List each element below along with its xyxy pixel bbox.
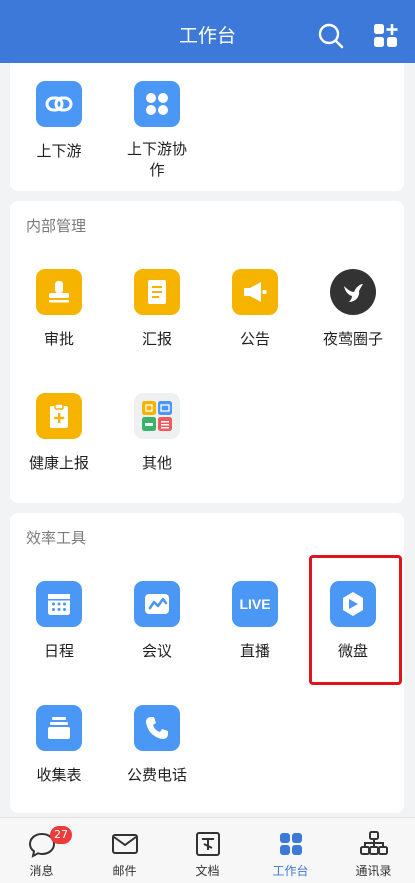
app-label: 上下游 [36, 142, 82, 160]
stamp-icon [36, 269, 82, 315]
app-upstream-collab[interactable]: 上下游协 作 [108, 81, 206, 181]
tab-label: 通讯录 [355, 864, 392, 878]
app-report[interactable]: 汇报 [108, 269, 206, 350]
nightingale-icon [330, 269, 376, 315]
add-app-icon[interactable] [372, 22, 400, 50]
app-approval[interactable]: 审批 [10, 269, 108, 350]
app-label: 其他 [141, 454, 172, 472]
app-label: 夜莺圈子 [322, 330, 383, 348]
search-icon[interactable] [317, 22, 345, 50]
apps-grid-icon [134, 81, 180, 127]
tab-label: 邮件 [112, 864, 137, 878]
app-label: 上下游协 作 [126, 140, 187, 179]
app-label: 健康上报 [28, 454, 89, 472]
app-upstream[interactable]: 上下游 [10, 81, 108, 162]
app-label: 公费电话 [126, 766, 187, 784]
unread-badge: 27 [50, 826, 72, 844]
mail-icon [112, 834, 138, 854]
app-label: 收集表 [36, 766, 82, 784]
live-icon: LIVE [232, 581, 278, 627]
app-label: 直播 [239, 642, 270, 660]
app-label: 公告 [239, 330, 270, 348]
report-doc-icon [134, 269, 180, 315]
calendar-icon [36, 581, 82, 627]
tab-messages[interactable]: 27 消息 [0, 818, 83, 883]
app-label: 审批 [43, 330, 74, 348]
tab-label: 文档 [195, 864, 220, 878]
link-icon [36, 81, 82, 127]
tab-label: 工作台 [272, 864, 309, 878]
internal-management-card: 内部管理 审批 汇报 公告 夜莺圈子 健康上报 其他 [10, 201, 404, 503]
tab-contacts[interactable]: 通讯录 [332, 818, 415, 883]
app-announcement[interactable]: 公告 [206, 269, 304, 350]
app-other[interactable]: 其他 [108, 393, 206, 474]
app-label: 日程 [43, 642, 74, 660]
other-apps-icon [134, 393, 180, 439]
bottom-tab-bar: 27 消息 邮件 文档 工作台 通讯录 [0, 817, 415, 883]
app-collection-form[interactable]: 收集表 [10, 705, 108, 786]
app-paid-phone[interactable]: 公费电话 [108, 705, 206, 786]
form-stack-icon [36, 705, 82, 751]
workbench-grid-icon [280, 833, 302, 855]
app-health-report[interactable]: 健康上报 [10, 393, 108, 474]
section-title: 效率工具 [26, 529, 87, 547]
app-label: 汇报 [141, 330, 172, 348]
document-icon [196, 832, 220, 856]
app-nightingale-circle[interactable]: 夜莺圈子 [304, 269, 402, 350]
section-title: 内部管理 [26, 217, 87, 235]
tab-workbench[interactable]: 工作台 [249, 818, 332, 883]
tab-label: 消息 [29, 864, 54, 878]
app-label: 会议 [141, 642, 172, 660]
org-chart-icon [360, 831, 388, 855]
tab-documents[interactable]: 文档 [166, 818, 249, 883]
meeting-icon [134, 581, 180, 627]
app-calendar[interactable]: 日程 [10, 581, 108, 662]
phone-icon [134, 705, 180, 751]
app-live[interactable]: LIVE 直播 [206, 581, 304, 662]
megaphone-icon [232, 269, 278, 315]
page-title: 工作台 [178, 25, 236, 47]
live-icon-text: LIVE [239, 596, 271, 612]
app-header: 工作台 [0, 0, 415, 63]
tab-mail[interactable]: 邮件 [83, 818, 166, 883]
upstream-card: 上下游 上下游协 作 [10, 63, 404, 191]
highlight-box [309, 555, 402, 685]
app-meeting[interactable]: 会议 [108, 581, 206, 662]
health-clipboard-icon [36, 393, 82, 439]
